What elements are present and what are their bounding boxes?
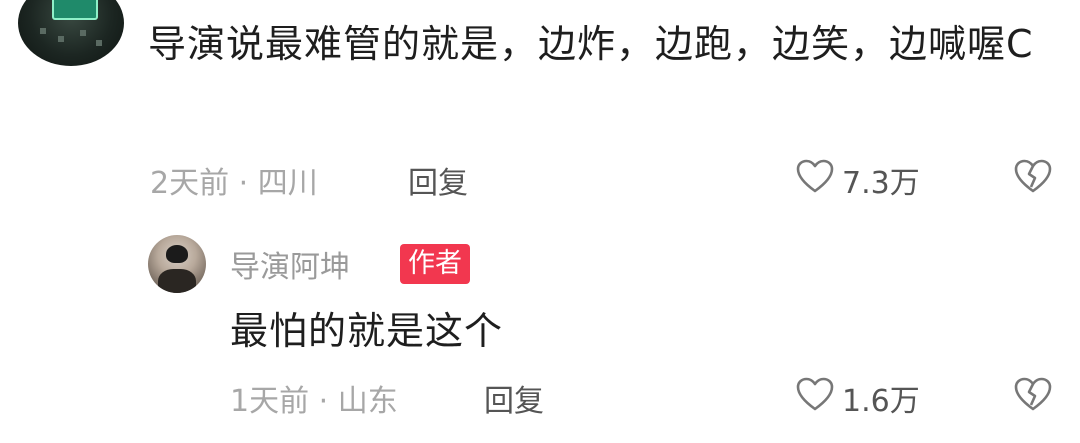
like-count: 7.3万 xyxy=(842,166,920,201)
broken-heart-icon[interactable] xyxy=(1013,157,1053,197)
reply-button[interactable]: 回复 xyxy=(408,158,468,202)
comment-text: 导演说最难管的就是，边炸，边跑，边笑，边喊喔C xyxy=(148,22,1034,66)
heart-outline-icon[interactable] xyxy=(795,157,835,197)
reply-avatar[interactable] xyxy=(148,235,206,293)
reply-author-name[interactable]: 导演阿坤 xyxy=(230,242,350,286)
reply-meta: 1天前 · 山东 xyxy=(230,384,398,419)
avatar-detail xyxy=(80,30,86,36)
heart-outline-icon[interactable] xyxy=(795,375,835,415)
reply-text: 最怕的就是这个 xyxy=(230,309,504,353)
author-badge: 作者 xyxy=(400,244,470,284)
reply-reply-button[interactable]: 回复 xyxy=(484,376,544,420)
avatar[interactable] xyxy=(18,0,124,66)
comment-thread: 导演说最难管的就是，边炸，边跑，边笑，边喊喔C 2天前 · 四川 回复 7.3万… xyxy=(0,0,1080,443)
avatar-detail xyxy=(96,40,102,46)
avatar-detail xyxy=(40,28,46,34)
reply-like-count: 1.6万 xyxy=(842,384,920,419)
avatar-image xyxy=(52,0,98,20)
comment-meta: 2天前 · 四川 xyxy=(150,166,318,201)
broken-heart-icon[interactable] xyxy=(1013,375,1053,415)
avatar-image xyxy=(166,245,188,263)
avatar-image xyxy=(158,269,196,293)
avatar-detail xyxy=(58,36,64,42)
